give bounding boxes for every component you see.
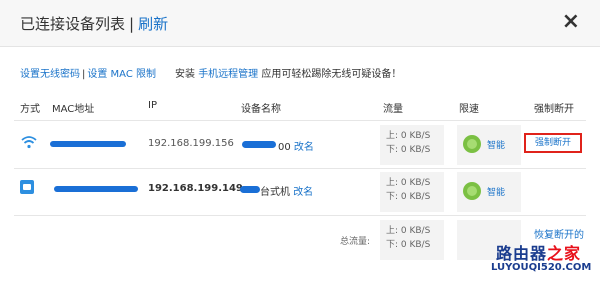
- header-speed-limit: 限速: [459, 104, 479, 115]
- header-traffic: 流量: [383, 104, 403, 115]
- remote-app-link[interactable]: 手机远程管理: [198, 69, 258, 80]
- upload-rate: 上: 0 KB/S: [386, 131, 431, 141]
- name-redaction: [240, 186, 260, 193]
- total-upload-rate: 上: 0 KB/S: [386, 226, 431, 236]
- lan-icon: [20, 180, 34, 194]
- traffic-box: 上: 0 KB/S 下: 0 KB/S: [380, 125, 444, 165]
- table-header: 方式 MAC地址 IP 设备名称 流量 限速 强制断开: [0, 100, 600, 120]
- refresh-link[interactable]: 刷新: [138, 15, 168, 33]
- header-ip: IP: [148, 100, 157, 111]
- set-mac-limit-link[interactable]: 设置 MAC 限制: [87, 69, 156, 80]
- watermark-cn-part1: 路由器: [496, 244, 548, 263]
- device-name: 台式机 改名: [260, 183, 313, 198]
- watermark-cn: 路由器之家: [496, 240, 581, 264]
- rename-link[interactable]: 改名: [294, 142, 314, 153]
- smart-limit-icon: [463, 135, 481, 153]
- device-ip: 192.168.199.156: [148, 138, 234, 149]
- download-rate: 下: 0 KB/S: [386, 145, 431, 155]
- speed-limit-box[interactable]: 智能: [457, 172, 521, 212]
- site-watermark: 路由器之家 LUYOUQI520.COM: [486, 240, 600, 282]
- upload-rate: 上: 0 KB/S: [386, 178, 431, 188]
- device-name-suffix: 00: [278, 142, 291, 153]
- app-notice: 安装 手机远程管理 应用可轻松踢除无线可疑设备！: [175, 65, 401, 80]
- row-divider: [14, 215, 586, 216]
- mac-redaction: [54, 186, 138, 192]
- device-ip: 192.168.199.149: [148, 183, 243, 194]
- traffic-box: 上: 0 KB/S 下: 0 KB/S: [380, 172, 444, 212]
- links-separator: |: [82, 69, 86, 80]
- restore-disconnected-link[interactable]: 恢复断开的: [534, 226, 584, 241]
- row-divider: [14, 168, 586, 169]
- rename-link[interactable]: 改名: [293, 187, 313, 198]
- notice-suffix: 应用可轻松踢除无线可疑设备！: [261, 69, 402, 80]
- settings-links: 设置无线密码 | 设置 MAC 限制: [20, 65, 156, 80]
- device-name-suffix: 台式机: [260, 187, 290, 198]
- wifi-icon: [21, 136, 37, 149]
- set-wifi-password-link[interactable]: 设置无线密码: [20, 69, 80, 80]
- smart-limit-label[interactable]: 智能: [487, 138, 505, 151]
- download-rate: 下: 0 KB/S: [386, 192, 431, 202]
- dialog-header: 已连接设备列表 | 刷新 ×: [0, 0, 600, 47]
- device-name: 00 改名: [278, 138, 314, 153]
- title-separator: |: [129, 15, 135, 33]
- dialog-title: 已连接设备列表 | 刷新: [20, 13, 168, 34]
- watermark-cn-part2: 之家: [547, 244, 582, 263]
- notice-prefix: 安装: [175, 69, 195, 80]
- header-divider: [14, 120, 586, 121]
- watermark-en: LUYOUQI520.COM: [491, 262, 592, 273]
- smart-limit-label[interactable]: 智能: [487, 185, 505, 198]
- header-force-disconnect: 强制断开: [534, 104, 574, 115]
- title-text: 已连接设备列表: [20, 15, 126, 33]
- header-mac: MAC地址: [52, 104, 95, 115]
- close-icon[interactable]: ×: [562, 10, 580, 34]
- total-traffic-box: 上: 0 KB/S 下: 0 KB/S: [380, 220, 444, 260]
- header-device-name: 设备名称: [241, 104, 281, 115]
- force-disconnect-button[interactable]: 强制断开: [524, 133, 582, 153]
- speed-limit-box[interactable]: 智能: [457, 125, 521, 165]
- smart-limit-icon: [463, 182, 481, 200]
- mac-redaction: [50, 141, 126, 147]
- total-download-rate: 下: 0 KB/S: [386, 240, 431, 250]
- header-type: 方式: [20, 104, 40, 115]
- total-traffic-label: 总流量:: [340, 237, 371, 247]
- connected-devices-dialog: 已连接设备列表 | 刷新 × 设置无线密码 | 设置 MAC 限制 安装 手机远程管理 …: [0, 0, 600, 282]
- name-redaction: [242, 141, 276, 148]
